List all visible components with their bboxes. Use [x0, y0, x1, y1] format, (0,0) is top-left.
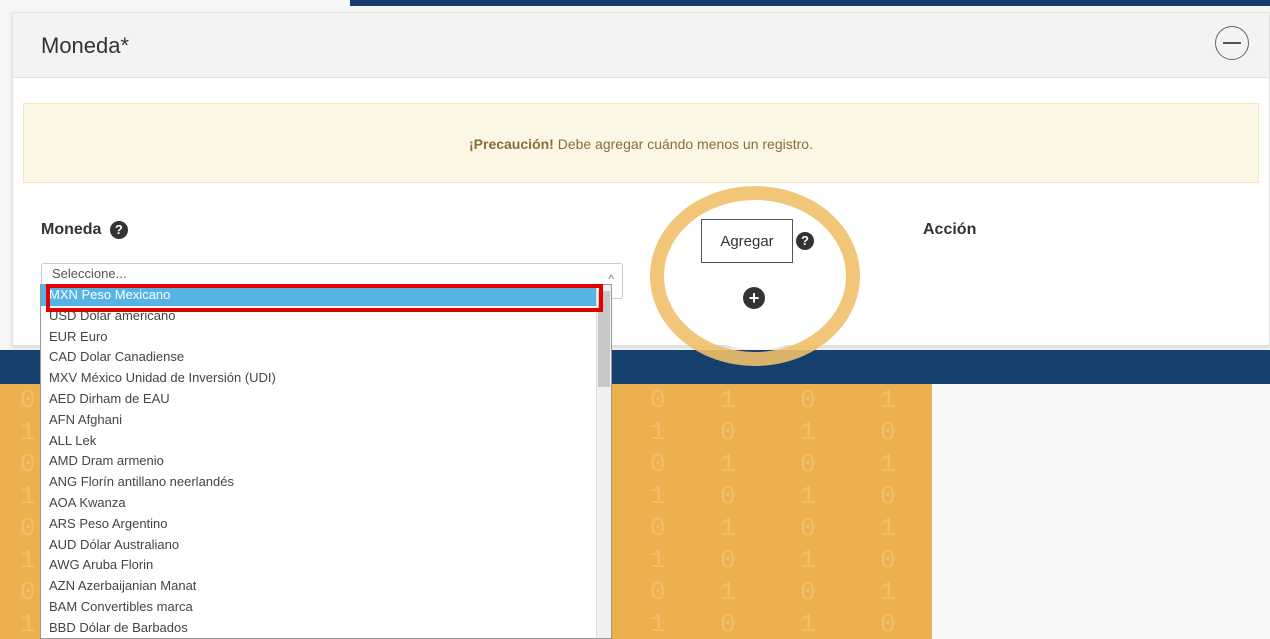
dropdown-option[interactable]: ARS Peso Argentino: [41, 514, 611, 535]
dropdown-option[interactable]: AMD Dram armenio: [41, 451, 611, 472]
question-circle-icon[interactable]: ?: [109, 221, 128, 239]
accion-label: Acción: [923, 221, 977, 238]
panel-header: Moneda*: [13, 13, 1269, 78]
select-placeholder: Seleccione...: [52, 266, 127, 281]
dropdown-option[interactable]: ALL Lek: [41, 431, 611, 452]
dropdown-scrollbar[interactable]: [596, 285, 611, 638]
dropdown-option[interactable]: EUR Euro: [41, 327, 611, 348]
alert-strong-text: ¡Precaución!: [469, 136, 554, 152]
callout-circle: [650, 186, 860, 366]
plus-circle-icon[interactable]: +: [743, 287, 765, 309]
moneda-label: Moneda ?: [41, 221, 128, 239]
dropdown-option[interactable]: AZN Azerbaijanian Manat: [41, 576, 611, 597]
dropdown-option[interactable]: BBD Dólar de Barbados: [41, 618, 611, 638]
dropdown-option[interactable]: BAM Convertibles marca: [41, 597, 611, 618]
panel-title: Moneda*: [41, 33, 130, 58]
minus-circle-icon[interactable]: [1215, 26, 1249, 60]
dropdown-option[interactable]: AED Dirham de EAU: [41, 389, 611, 410]
currency-dropdown-list[interactable]: MXN Peso Mexicano USD Dolar americano EUR …: [40, 284, 612, 639]
decorative-sketch-background: [932, 384, 1270, 639]
dropdown-option[interactable]: ANG Florín antillano neerlandés: [41, 472, 611, 493]
question-circle-icon[interactable]: ?: [796, 232, 814, 250]
selected-option-highlight: [46, 284, 603, 312]
dropdown-option[interactable]: AWG Aruba Florin: [41, 555, 611, 576]
alert-text: Debe agregar cuándo menos un registro.: [557, 136, 813, 152]
dropdown-option[interactable]: AOA Kwanza: [41, 493, 611, 514]
dropdown-option[interactable]: MXV México Unidad de Inversión (UDI): [41, 368, 611, 389]
warning-alert: ¡Precaución! Debe agregar cuándo menos u…: [23, 103, 1259, 183]
agregar-tooltip: Agregar: [701, 219, 793, 263]
top-navbar-strip: [350, 0, 1270, 6]
dropdown-option[interactable]: AUD Dólar Australiano: [41, 535, 611, 556]
moneda-label-text: Moneda: [41, 221, 102, 239]
dropdown-option[interactable]: AFN Afghani: [41, 410, 611, 431]
dropdown-option[interactable]: CAD Dolar Canadiense: [41, 347, 611, 368]
